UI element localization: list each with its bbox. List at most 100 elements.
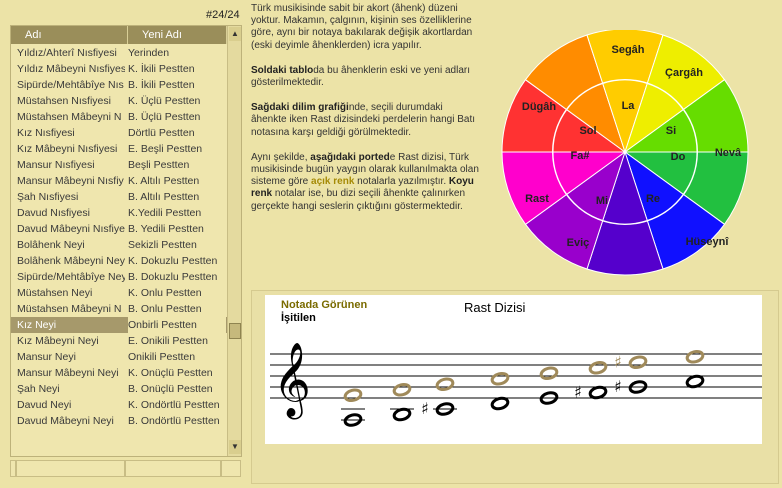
vertical-scrollbar[interactable]: ▲ ▼ xyxy=(227,26,241,456)
table-row[interactable]: Mansur Mâbeyni Neyi K. Onüçlü Pestten xyxy=(11,365,227,381)
cell-name: Yıldız/Ahterî Nısfiyesi xyxy=(17,47,117,59)
table-row[interactable]: Müstahsen Neyi K. Onlu Pestten xyxy=(11,285,227,301)
table-row[interactable]: Şah Neyi B. Onüçlü Pestten xyxy=(11,381,227,397)
table-row[interactable]: Müstahsen Nısfiyesi K. Üçlü Pestten xyxy=(11,93,227,109)
heard-note xyxy=(685,374,705,389)
legend-shown: Notada Görünen xyxy=(281,299,367,311)
table-row[interactable]: Sipürde/Mehtâbîye Ney B. Dokuzlu Pestten xyxy=(11,269,227,285)
scroll-thumb[interactable] xyxy=(229,323,241,339)
shown-note xyxy=(588,360,608,375)
sharp-icon: ♯ xyxy=(614,377,622,396)
table-row[interactable]: Mansur Neyi Onikili Pestten xyxy=(11,349,227,365)
cell-name: Mansur Nısfiyesi xyxy=(17,159,95,171)
table-row[interactable]: Şah Nısfiyesi B. Altılı Pestten xyxy=(11,189,227,205)
inner_labels: Mi xyxy=(596,195,608,207)
shown-note xyxy=(685,349,705,364)
description-intro: Türk musikisinde sabit bir akort (âhenk)… xyxy=(251,3,473,51)
sharp-icon: ♯ xyxy=(421,399,429,418)
sharp-icon: ♯ xyxy=(614,352,622,371)
cell-name: Davud Nısfiyesi xyxy=(17,207,90,219)
table-row[interactable]: Bolâhenk Mâbeyni Ney K. Dokuzlu Pestten xyxy=(11,253,227,269)
cell-name: Davud Mâbeyni Nısfiye xyxy=(17,223,125,235)
column-header-name[interactable]: Adı xyxy=(11,26,128,44)
table-row[interactable]: Müstahsen Mâbeyni N B. Üçlü Pestten xyxy=(11,109,227,125)
table-row[interactable]: Davud Nısfiyesi K.Yedili Pestten xyxy=(11,205,227,221)
table-row[interactable]: Sipürde/Mehtâbîye Nıs B. İkili Pestten xyxy=(11,77,227,93)
table-row[interactable]: Kız Neyi Onbirli Pestten xyxy=(11,317,227,333)
cell-name: Müstahsen Mâbeyni N xyxy=(17,111,122,123)
cell-name: Kız Nısfiyesi xyxy=(17,127,75,139)
scroll-up-icon[interactable]: ▲ xyxy=(229,27,241,41)
outer_labels: Segâh xyxy=(611,44,644,56)
notation-panel: Notada Görünen İşitilen Rast Dizisi 𝄞 ♯ ♯… xyxy=(251,290,779,484)
cell-name: Kız Neyi xyxy=(17,319,57,331)
cell-new-name: B. Onüçlü Pestten xyxy=(128,383,213,395)
cell-new-name: Onikili Pestten xyxy=(128,351,196,363)
inner_labels: Re xyxy=(646,193,660,205)
heard-note xyxy=(392,407,412,422)
cell-name: Sipürde/Mehtâbîye Nıs xyxy=(17,79,124,91)
cell-new-name: K.Yedili Pestten xyxy=(128,207,202,219)
table-row[interactable]: Kız Mâbeyni Nısfiyesi E. Beşli Pestten xyxy=(11,141,227,157)
cell-name: Sipürde/Mehtâbîye Ney xyxy=(17,271,125,283)
table-body: Yıldız/Ahterî Nısfiyesi Yerinden Yıldız Mâ… xyxy=(11,45,227,429)
cell-name: Mansur Neyi xyxy=(17,351,76,363)
cell-new-name: K. Dokuzlu Pestten xyxy=(128,255,218,267)
table-row[interactable]: Kız Nısfiyesi Dörtlü Pestten xyxy=(11,125,227,141)
shown-note xyxy=(490,371,510,386)
cell-new-name: B. İkili Pestten xyxy=(128,79,195,91)
cell-new-name: K. İkili Pestten xyxy=(128,63,195,75)
cell-new-name: Sekizli Pestten xyxy=(128,239,197,251)
cell-new-name: E. Onikili Pestten xyxy=(128,335,208,347)
table-row[interactable]: Mansur Nısfiyesi Beşli Pestten xyxy=(11,157,227,173)
heard-note xyxy=(588,385,608,400)
inner_labels: Do xyxy=(671,151,686,163)
outer_labels: Eviç xyxy=(567,237,590,249)
shown-note xyxy=(392,382,412,397)
inner_labels: La xyxy=(622,100,636,112)
cell-name: Davud Mâbeyni Neyi xyxy=(17,415,114,427)
table-row[interactable]: Kız Mâbeyni Neyi E. Onikili Pestten xyxy=(11,333,227,349)
outer_labels: Rast xyxy=(525,193,549,205)
staff-notes: ♯ ♯ ♯ ♯ xyxy=(341,349,705,427)
cell-new-name: B. Onlu Pestten xyxy=(128,303,202,315)
cell-new-name: B. Altılı Pestten xyxy=(128,191,200,203)
outer_labels: Hüseynî xyxy=(686,236,730,248)
staff-area: Notada Görünen İşitilen Rast Dizisi 𝄞 ♯ ♯… xyxy=(265,295,762,444)
description-text: Türk musikisinde sabit bir akort (âhenk)… xyxy=(251,3,481,226)
status-cell-2 xyxy=(16,460,125,477)
inner_labels: Si xyxy=(666,125,676,137)
cell-name: Kız Mâbeyni Neyi xyxy=(17,335,99,347)
cell-new-name: B. Dokuzlu Pestten xyxy=(128,271,218,283)
inner_labels: Fa# xyxy=(571,150,590,162)
cell-new-name: Beşli Pestten xyxy=(128,159,190,171)
table-row[interactable]: Davud Neyi K. Ondörtlü Pestten xyxy=(11,397,227,413)
record-counter: #24/24 xyxy=(206,9,240,21)
shown-note xyxy=(343,388,363,403)
table-row[interactable]: Davud Mâbeyni Neyi B. Ondörtlü Pestten xyxy=(11,413,227,429)
staff-title: Rast Dizisi xyxy=(464,300,526,315)
table-row[interactable]: Müstahsen Mâbeyni N B. Onlu Pestten xyxy=(11,301,227,317)
scroll-down-icon[interactable]: ▼ xyxy=(229,440,241,454)
shown-note xyxy=(628,355,648,370)
shown-note xyxy=(435,377,455,392)
ahenk-table[interactable]: Adı Yeni Adı Yıldız/Ahterî Nısfiyesi Yeri… xyxy=(10,25,242,457)
cell-name: Şah Nısfiyesi xyxy=(17,191,79,203)
table-row[interactable]: Yıldız/Ahterî Nısfiyesi Yerinden xyxy=(11,45,227,61)
table-row[interactable]: Bolâhenk Neyi Sekizli Pestten xyxy=(11,237,227,253)
cell-new-name: Onbirli Pestten xyxy=(128,317,226,333)
treble-clef-icon: 𝄞 xyxy=(273,343,311,420)
cell-new-name: K. Onlu Pestten xyxy=(128,287,202,299)
column-header-new-name[interactable]: Yeni Adı xyxy=(128,26,227,44)
table-row[interactable]: Davud Mâbeyni Nısfiye B. Yedili Pestten xyxy=(11,221,227,237)
cell-name: Davud Neyi xyxy=(17,399,72,411)
table-row[interactable]: Mansur Mâbeyni Nısfiy K. Altılı Pestten xyxy=(11,173,227,189)
table-row[interactable]: Yıldız Mâbeyni Nısfiyes K. İkili Pestten xyxy=(11,61,227,77)
cell-new-name: B. Ondörtlü Pestten xyxy=(128,415,220,427)
outer_labels: Nevâ xyxy=(715,147,742,159)
cell-name: Müstahsen Mâbeyni N xyxy=(17,303,122,315)
cell-new-name: E. Beşli Pestten xyxy=(128,143,203,155)
status-cell-4 xyxy=(221,460,241,477)
cell-new-name: K. Altılı Pestten xyxy=(128,175,200,187)
cell-new-name: K. Üçlü Pestten xyxy=(128,95,201,107)
